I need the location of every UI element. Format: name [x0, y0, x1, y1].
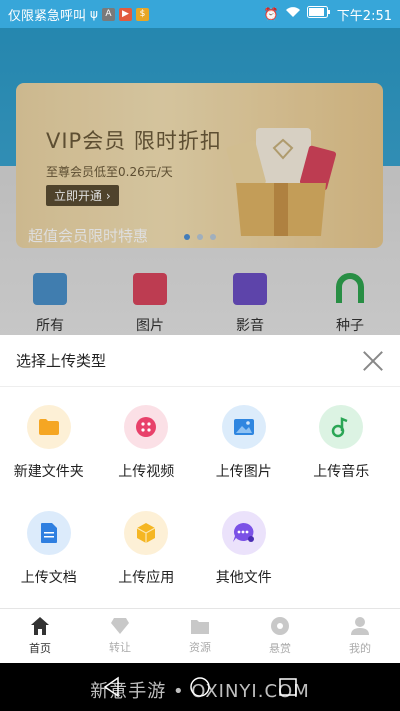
folder-icon	[26, 405, 71, 449]
tab-label: 我的	[349, 642, 371, 655]
sheet-header: 选择上传类型	[0, 335, 400, 387]
battery-icon	[306, 6, 331, 22]
play-icon: ▶	[118, 7, 132, 21]
tab-label: 资源	[189, 641, 211, 654]
home-nav-icon[interactable]	[188, 675, 212, 699]
new-folder-option[interactable]: 新建文件夹	[0, 405, 98, 511]
other-files-option[interactable]: 其他文件	[195, 511, 293, 617]
tab-label: 首页	[29, 642, 51, 655]
tab-reward[interactable]: 悬赏	[240, 609, 320, 663]
tab-transfer[interactable]: 转让	[80, 609, 160, 663]
upload-music-option[interactable]: 上传音乐	[293, 405, 391, 511]
home-icon	[31, 617, 49, 635]
upload-type-sheet: 选择上传类型 新建文件夹 上传视频 上传图片 上传音乐 上传文档 上传应用 其他…	[0, 335, 400, 608]
reward-icon	[271, 617, 289, 635]
upload-image-option[interactable]: 上传图片	[195, 405, 293, 511]
alarm-icon: ⏰	[263, 7, 279, 21]
bottom-tab-bar: 首页 转让 资源 悬赏 我的	[0, 608, 400, 663]
usb-icon: ψ	[90, 7, 98, 21]
image-icon	[221, 405, 266, 449]
video-icon	[124, 405, 169, 449]
document-icon	[26, 511, 71, 555]
option-label: 其他文件	[215, 570, 272, 586]
upload-document-option[interactable]: 上传文档	[0, 511, 98, 617]
status-right: ⏰ 下午2:51	[264, 5, 392, 24]
option-label: 上传文档	[20, 570, 77, 586]
system-nav-bar: 新意手游 • OXINYI.COM	[0, 663, 400, 711]
diamond-icon	[111, 618, 129, 634]
option-label: 上传应用	[118, 570, 175, 586]
android-icon: A	[101, 7, 115, 21]
app-icon: $	[135, 7, 149, 21]
upload-app-option[interactable]: 上传应用	[98, 511, 196, 617]
status-bar: 仅限紧急呼叫 ψ A ▶ $ ⏰ 下午2:51	[0, 0, 400, 28]
option-label: 上传图片	[215, 464, 272, 480]
upload-video-option[interactable]: 上传视频	[98, 405, 196, 511]
tab-resources[interactable]: 资源	[160, 609, 240, 663]
close-icon[interactable]	[362, 350, 384, 372]
status-left: 仅限紧急呼叫 ψ A ▶ $	[8, 5, 149, 24]
sheet-title: 选择上传类型	[16, 352, 107, 370]
folder-icon	[191, 620, 209, 634]
app-icon	[124, 511, 169, 555]
back-icon[interactable]	[100, 675, 124, 699]
option-label: 新建文件夹	[13, 464, 84, 480]
more-icon	[221, 511, 266, 555]
modal-overlay[interactable]	[0, 28, 400, 335]
tab-profile[interactable]: 我的	[320, 609, 400, 663]
wifi-icon	[285, 6, 301, 22]
carrier-text: 仅限紧急呼叫	[8, 8, 87, 24]
tab-label: 转让	[109, 641, 131, 654]
tab-home[interactable]: 首页	[0, 609, 80, 663]
music-icon	[319, 405, 364, 449]
option-label: 上传视频	[118, 464, 175, 480]
user-icon	[351, 617, 369, 635]
upload-options-grid: 新建文件夹 上传视频 上传图片 上传音乐 上传文档 上传应用 其他文件	[0, 387, 400, 617]
clock: 下午2:51	[336, 8, 392, 24]
recents-icon[interactable]	[276, 675, 300, 699]
option-label: 上传音乐	[313, 464, 370, 480]
tab-label: 悬赏	[269, 642, 291, 655]
